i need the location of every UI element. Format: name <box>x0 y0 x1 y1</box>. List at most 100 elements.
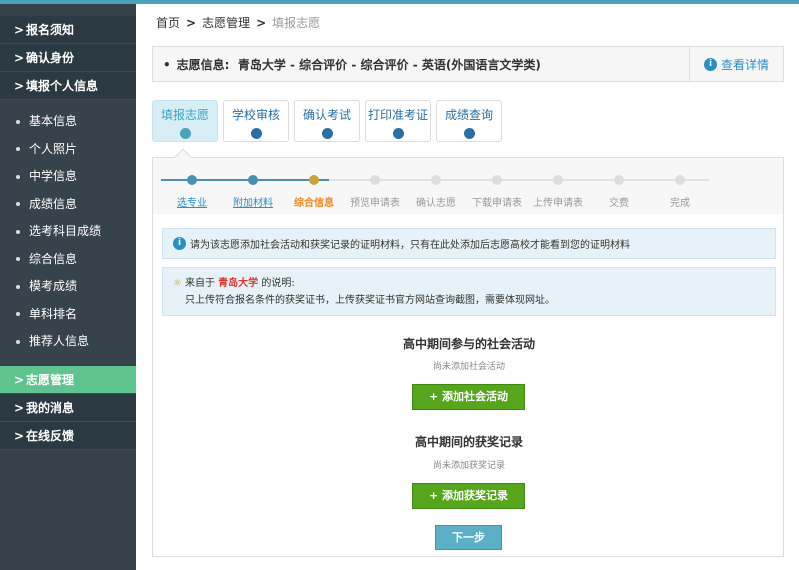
step-0[interactable]: 选专业 <box>162 158 222 209</box>
breadcrumb-volunteer-management[interactable]: 志愿管理 <box>202 16 250 30</box>
tab-label: 打印准考证 <box>368 108 428 122</box>
add-award-button[interactable]: + 添加获奖记录 <box>412 483 525 509</box>
step-dot-icon <box>492 175 502 185</box>
sidebar-item-label: 模考成绩 <box>29 279 77 293</box>
chevron-right-icon: > <box>14 366 26 394</box>
bullet-icon <box>16 340 20 344</box>
sidebar-item-label: 基本信息 <box>29 114 77 128</box>
sidebar-item-identity[interactable]: >确认身份 <box>0 44 136 72</box>
tab-label: 成绩查询 <box>445 108 493 122</box>
bullet-icon <box>16 120 20 124</box>
sidebar-item-label: 单科排名 <box>29 307 77 321</box>
volunteer-info-label: 志愿信息: <box>177 58 230 72</box>
calendar-icon <box>393 128 404 139</box>
sidebar-item-notice[interactable]: >报名须知 <box>0 16 136 44</box>
sidebar: >报名须知 >确认身份 >填报个人信息 基本信息 个人照片 中学信息 成绩信息 … <box>0 4 136 570</box>
social-activities-empty: 尚未添加社会活动 <box>153 359 785 372</box>
sidebar-item-messages[interactable]: >我的消息 <box>0 394 136 422</box>
chevron-right-icon: > <box>256 16 266 30</box>
sidebar-item-label: 个人照片 <box>29 142 77 156</box>
sidebar-submenu: 基本信息 个人照片 中学信息 成绩信息 选考科目成绩 综合信息 模考成绩 单科排… <box>0 100 136 366</box>
tab-score-query[interactable]: 成绩查询 <box>436 100 502 142</box>
next-step-button[interactable]: 下一步 <box>435 525 502 550</box>
info-alert: i 请为该志愿添加社会活动和获奖记录的证明材料，只有在此处添加后志愿高校才能看到您… <box>162 228 776 259</box>
chevron-right-icon: > <box>14 16 26 44</box>
bullet-icon <box>16 147 20 151</box>
tab-label: 确认考试 <box>303 108 351 122</box>
sidebar-item-label: 我的消息 <box>26 401 74 415</box>
sidebar-item-personal-info[interactable]: >填报个人信息 <box>0 72 136 100</box>
chevron-right-icon: > <box>186 16 196 30</box>
school-notice: ☼来自于 青岛大学 的说明: 只上传符合报名条件的获奖证书，上传获奖证书官方网站… <box>162 267 776 316</box>
step-dot-icon <box>675 175 685 185</box>
sidebar-item-volunteer-management[interactable]: >志愿管理 <box>0 366 136 394</box>
step-dot-icon <box>187 175 197 185</box>
sidebar-item-label: 综合信息 <box>29 252 77 266</box>
tab-label: 学校审核 <box>232 108 280 122</box>
bullet-icon <box>16 175 20 179</box>
calendar-icon <box>322 128 333 139</box>
tab-confirm-exam[interactable]: 确认考试 <box>294 100 360 142</box>
breadcrumb-current: 填报志愿 <box>272 16 320 30</box>
awards-empty: 尚未添加获奖记录 <box>153 458 785 471</box>
sidebar-item-label: 中学信息 <box>29 169 77 183</box>
sidebar-subitem[interactable]: 模考成绩 <box>0 273 136 301</box>
breadcrumb-home[interactable]: 首页 <box>156 16 180 30</box>
sidebar-item-label: 推荐人信息 <box>29 334 89 348</box>
bullet-icon <box>16 285 20 289</box>
sidebar-subitem[interactable]: 单科排名 <box>0 301 136 329</box>
bullet-icon <box>16 312 20 316</box>
step-label: 上传申请表 <box>528 194 588 209</box>
sidebar-subitem[interactable]: 中学信息 <box>0 163 136 191</box>
tab-school-review[interactable]: 学校审核 <box>223 100 289 142</box>
sidebar-subitem[interactable]: 综合信息 <box>0 246 136 274</box>
bullet-icon <box>16 202 20 206</box>
sidebar-subitem[interactable]: 个人照片 <box>0 136 136 164</box>
step-label: 预览申请表 <box>345 194 405 209</box>
step-label: 选专业 <box>162 194 222 209</box>
process-tabs: 填报志愿 学校审核 确认考试 打印准考证 成绩查询 <box>152 100 507 142</box>
awards-title: 高中期间的获奖记录 <box>153 433 785 450</box>
sidebar-item-feedback[interactable]: >在线反馈 <box>0 422 136 450</box>
tab-fill-volunteer[interactable]: 填报志愿 <box>152 100 218 142</box>
volunteer-info-value: 青岛大学 - 综合评价 - 综合评价 - 英语(外国语言文学类) <box>238 58 541 72</box>
volunteer-info-bar: •志愿信息: 青岛大学 - 综合评价 - 综合评价 - 英语(外国语言文学类) … <box>152 46 784 82</box>
sidebar-subitem[interactable]: 推荐人信息 <box>0 328 136 356</box>
bullet-icon <box>16 257 20 261</box>
sidebar-subitem[interactable]: 基本信息 <box>0 108 136 136</box>
sidebar-subitem[interactable]: 成绩信息 <box>0 191 136 219</box>
view-details-label: 查看详情 <box>721 56 769 73</box>
bullet-icon: • <box>163 58 171 72</box>
info-icon: i <box>173 237 186 250</box>
progress-steps: 选专业附加材料综合信息预览申请表确认志愿下载申请表上传申请表交费完成 <box>153 158 783 214</box>
lightbulb-icon: ☼ <box>173 278 182 289</box>
play-icon <box>180 128 191 139</box>
step-label: 交费 <box>589 194 649 209</box>
chevron-right-icon: > <box>14 72 26 100</box>
sidebar-subitem[interactable]: 选考科目成绩 <box>0 218 136 246</box>
tab-print-admission[interactable]: 打印准考证 <box>365 100 431 142</box>
sidebar-item-label: 成绩信息 <box>29 197 77 211</box>
chevron-right-icon: > <box>14 44 26 72</box>
step-label: 完成 <box>650 194 710 209</box>
bullet-icon <box>16 230 20 234</box>
step-5: 下载申请表 <box>467 158 527 209</box>
view-details-button[interactable]: i查看详情 <box>689 47 783 81</box>
notice-prefix: 来自于 <box>185 278 215 289</box>
step-2: 综合信息 <box>284 158 344 209</box>
add-social-activity-button[interactable]: + 添加社会活动 <box>412 384 525 410</box>
step-dot-icon <box>248 175 258 185</box>
sidebar-item-label: 填报个人信息 <box>26 79 98 93</box>
social-activities-title: 高中期间参与的社会活动 <box>153 335 785 352</box>
calendar-icon <box>251 128 262 139</box>
chevron-right-icon: > <box>14 422 26 450</box>
alert-text: 请为该志愿添加社会活动和获奖记录的证明材料，只有在此处添加后志愿高校才能看到您的… <box>190 236 630 251</box>
step-1[interactable]: 附加材料 <box>223 158 283 209</box>
step-label: 附加材料 <box>223 194 283 209</box>
breadcrumb: 首页 > 志愿管理 > 填报志愿 <box>156 14 320 31</box>
sidebar-item-label: 志愿管理 <box>26 373 74 387</box>
step-6: 上传申请表 <box>528 158 588 209</box>
notice-suffix: 的说明: <box>261 278 294 289</box>
step-dot-icon <box>309 175 319 185</box>
sidebar-item-label: 确认身份 <box>26 51 74 65</box>
